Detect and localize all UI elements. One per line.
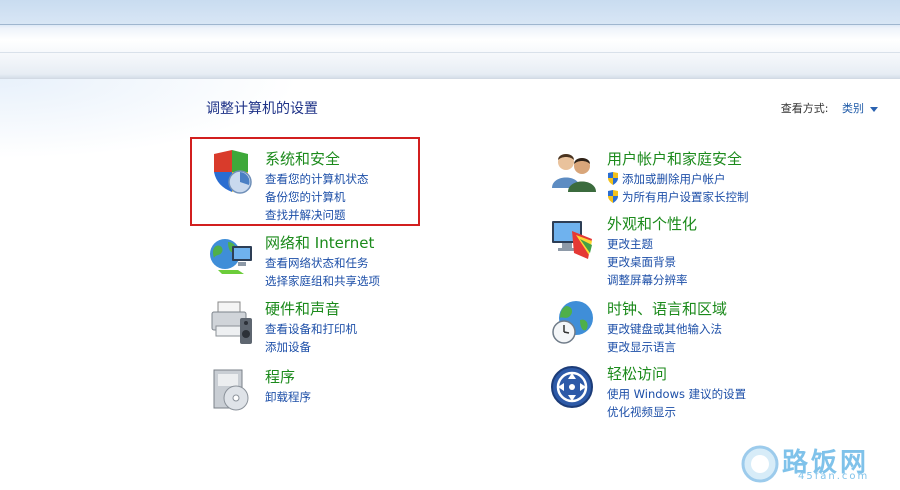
category-title[interactable]: 时钟、语言和区域 xyxy=(607,298,727,319)
ease-of-access-icon[interactable] xyxy=(550,363,598,411)
view-by-dropdown[interactable]: 类别 xyxy=(842,102,878,115)
uac-shield-icon xyxy=(608,190,618,203)
toolbar-divider xyxy=(0,24,900,25)
network-internet-icon[interactable] xyxy=(208,232,256,280)
link-view-network-status[interactable]: 查看网络状态和任务 xyxy=(265,254,380,272)
category-title[interactable]: 外观和个性化 xyxy=(607,213,697,234)
link-add-device[interactable]: 添加设备 xyxy=(265,338,357,356)
link-uninstall-program[interactable]: 卸载程序 xyxy=(265,388,311,406)
view-by-value: 类别 xyxy=(842,102,864,115)
category-title[interactable]: 用户帐户和家庭安全 xyxy=(607,148,742,169)
link-change-desktop-background[interactable]: 更改桌面背景 xyxy=(607,253,688,271)
view-by-label: 查看方式: xyxy=(780,102,829,115)
link-change-keyboard-input[interactable]: 更改键盘或其他输入法 xyxy=(607,320,722,338)
page-title: 调整计算机的设置 xyxy=(206,101,318,117)
category-title[interactable]: 程序 xyxy=(265,366,295,387)
category-title[interactable]: 轻松访问 xyxy=(607,363,667,384)
user-accounts-icon[interactable] xyxy=(550,148,598,196)
category-title[interactable]: 网络和 Internet xyxy=(265,232,374,253)
watermark-url: 45fan.com xyxy=(798,471,870,482)
watermark-logo-icon xyxy=(741,445,779,483)
hardware-sound-icon[interactable] xyxy=(208,298,256,346)
highlight-box xyxy=(190,137,420,226)
watermark: 路饭网 45fan.com xyxy=(740,440,890,490)
uac-shield-icon xyxy=(608,172,618,185)
toolbar-divider xyxy=(0,52,900,53)
view-by-control: 查看方式: 类别 xyxy=(781,100,878,116)
link-add-remove-accounts[interactable]: 添加或删除用户帐户 xyxy=(607,170,749,188)
chevron-down-icon xyxy=(870,106,878,112)
link-homegroup-sharing[interactable]: 选择家庭组和共享选项 xyxy=(265,272,380,290)
programs-icon[interactable] xyxy=(208,366,256,414)
link-recommended-settings[interactable]: 使用 Windows 建议的设置 xyxy=(607,385,746,403)
appearance-icon[interactable] xyxy=(550,213,598,261)
link-optimize-video-display[interactable]: 优化视频显示 xyxy=(607,403,746,421)
link-change-display-language[interactable]: 更改显示语言 xyxy=(607,338,722,356)
link-view-devices-printers[interactable]: 查看设备和打印机 xyxy=(265,320,357,338)
link-change-theme[interactable]: 更改主题 xyxy=(607,235,688,253)
link-label: 添加或删除用户帐户 xyxy=(622,172,726,186)
category-title[interactable]: 硬件和声音 xyxy=(265,298,340,319)
window-toolbar xyxy=(0,0,900,79)
link-adjust-resolution[interactable]: 调整屏幕分辨率 xyxy=(607,271,688,289)
link-label: 为所有用户设置家长控制 xyxy=(622,190,749,204)
clock-language-icon[interactable] xyxy=(550,298,598,346)
link-parental-controls[interactable]: 为所有用户设置家长控制 xyxy=(607,188,749,206)
